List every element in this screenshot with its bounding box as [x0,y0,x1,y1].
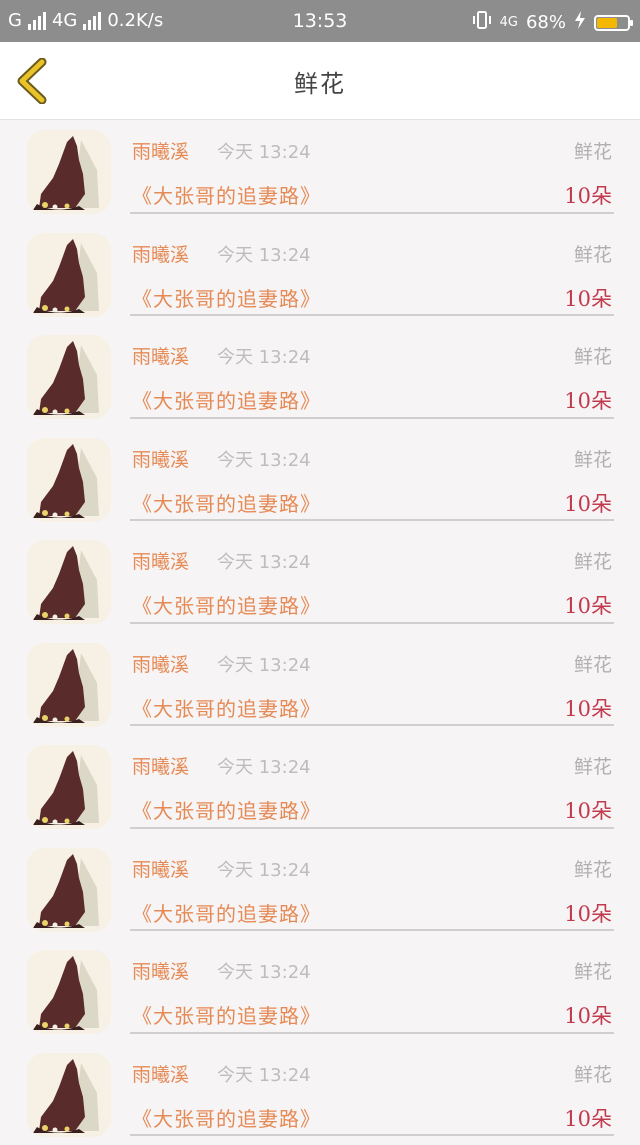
divider [130,929,614,931]
list-item[interactable]: 雨曦溪 今天 13:24 鲜花 《大张哥的追妻路》 10朵 [0,940,640,1043]
gift-category: 鲜花 [574,855,612,882]
flower-count: 10朵 [564,180,612,210]
divider [130,1134,614,1136]
sender-name: 雨曦溪 [132,445,189,472]
avatar[interactable] [27,540,111,624]
send-time: 今天 13:24 [217,446,311,472]
flower-count: 10朵 [564,283,612,313]
divider [130,212,614,214]
divider [130,827,614,829]
divider [130,519,614,521]
list-item[interactable]: 雨曦溪 今天 13:24 鲜花 《大张哥的追妻路》 10朵 [0,530,640,633]
book-title[interactable]: 《大张哥的追妻路》 [132,693,321,722]
book-title[interactable]: 《大张哥的追妻路》 [132,898,321,927]
avatar[interactable] [27,643,111,727]
book-title[interactable]: 《大张哥的追妻路》 [132,1000,321,1029]
avatar[interactable] [27,130,111,214]
book-title[interactable]: 《大张哥的追妻路》 [132,283,321,312]
sender-name: 雨曦溪 [132,240,189,267]
avatar[interactable] [27,335,111,419]
status-bar: G 4G 0.2K/s 13:53 4G 68% [0,0,640,42]
list-item[interactable]: 雨曦溪 今天 13:24 鲜花 《大张哥的追妻路》 10朵 [0,735,640,838]
list-item[interactable]: 雨曦溪 今天 13:24 鲜花 《大张哥的追妻路》 10朵 [0,223,640,326]
avatar[interactable] [27,1053,111,1137]
book-title[interactable]: 《大张哥的追妻路》 [132,180,321,209]
battery-percent: 68% [526,12,566,33]
page-title: 鲜花 [0,64,640,99]
send-time: 今天 13:24 [217,958,311,984]
sender-name: 雨曦溪 [132,752,189,779]
send-time: 今天 13:24 [217,343,311,369]
gift-category: 鲜花 [574,1060,612,1087]
list-item[interactable]: 雨曦溪 今天 13:24 鲜花 《大张哥的追妻路》 10朵 [0,633,640,736]
send-time: 今天 13:24 [217,753,311,779]
avatar[interactable] [27,848,111,932]
sender-name: 雨曦溪 [132,342,189,369]
gift-category: 鲜花 [574,547,612,574]
divider [130,622,614,624]
sender-name: 雨曦溪 [132,547,189,574]
list-item[interactable]: 雨曦溪 今天 13:24 鲜花 《大张哥的追妻路》 10朵 [0,120,640,223]
send-time: 今天 13:24 [217,138,311,164]
book-title[interactable]: 《大张哥的追妻路》 [132,1103,321,1132]
avatar[interactable] [27,233,111,317]
flower-count: 10朵 [564,693,612,723]
flower-count: 10朵 [564,590,612,620]
divider [130,724,614,726]
flower-count: 10朵 [564,898,612,928]
flower-count: 10朵 [564,385,612,415]
flower-record-list: 雨曦溪 今天 13:24 鲜花 《大张哥的追妻路》 10朵 雨曦溪 今天 13:… [0,120,640,1145]
flower-count: 10朵 [564,488,612,518]
status-right: 4G 68% [472,10,630,35]
avatar[interactable] [27,950,111,1034]
sender-name: 雨曦溪 [132,650,189,677]
book-title[interactable]: 《大张哥的追妻路》 [132,795,321,824]
send-time: 今天 13:24 [217,856,311,882]
vibrate-icon [472,10,492,35]
gift-category: 鲜花 [574,240,612,267]
avatar[interactable] [27,745,111,829]
flower-count: 10朵 [564,1000,612,1030]
network-type-right: 4G [500,15,518,30]
sender-name: 雨曦溪 [132,957,189,984]
list-item[interactable]: 雨曦溪 今天 13:24 鲜花 《大张哥的追妻路》 10朵 [0,838,640,941]
gift-category: 鲜花 [574,342,612,369]
gift-category: 鲜花 [574,957,612,984]
avatar[interactable] [27,438,111,522]
book-title[interactable]: 《大张哥的追妻路》 [132,385,321,414]
sender-name: 雨曦溪 [132,1060,189,1087]
gift-category: 鲜花 [574,752,612,779]
flower-count: 10朵 [564,795,612,825]
gift-category: 鲜花 [574,445,612,472]
book-title[interactable]: 《大张哥的追妻路》 [132,590,321,619]
book-title[interactable]: 《大张哥的追妻路》 [132,488,321,517]
send-time: 今天 13:24 [217,651,311,677]
nav-bar: 鲜花 [0,42,640,120]
divider [130,1032,614,1034]
battery-icon [594,15,630,31]
send-time: 今天 13:24 [217,548,311,574]
gift-category: 鲜花 [574,137,612,164]
gift-category: 鲜花 [574,650,612,677]
list-item[interactable]: 雨曦溪 今天 13:24 鲜花 《大张哥的追妻路》 10朵 [0,325,640,428]
flower-count: 10朵 [564,1103,612,1133]
list-item[interactable]: 雨曦溪 今天 13:24 鲜花 《大张哥的追妻路》 10朵 [0,1043,640,1145]
charging-icon [574,11,586,34]
list-item[interactable]: 雨曦溪 今天 13:24 鲜花 《大张哥的追妻路》 10朵 [0,428,640,531]
send-time: 今天 13:24 [217,1061,311,1087]
divider [130,417,614,419]
send-time: 今天 13:24 [217,241,311,267]
sender-name: 雨曦溪 [132,137,189,164]
divider [130,314,614,316]
sender-name: 雨曦溪 [132,855,189,882]
